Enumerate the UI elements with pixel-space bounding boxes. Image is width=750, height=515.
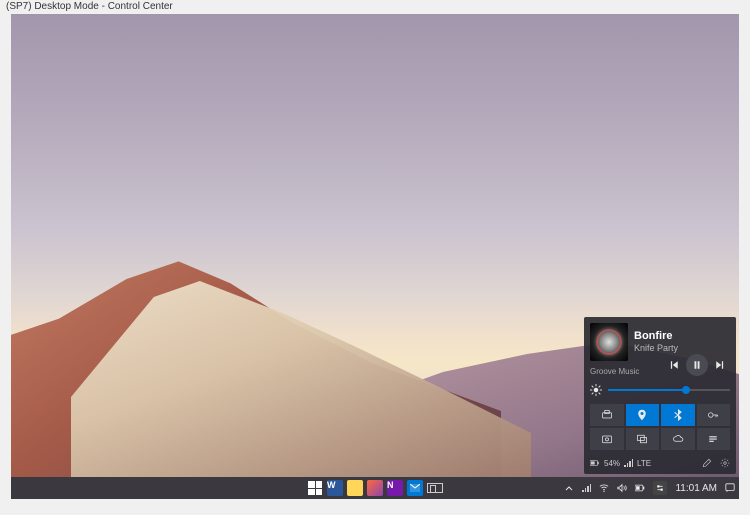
tray-volume-icon[interactable] <box>617 483 627 493</box>
pause-button[interactable] <box>686 354 708 376</box>
quick-action-screenshot[interactable] <box>590 428 624 450</box>
taskbar-app-files[interactable] <box>346 479 364 497</box>
quick-action-project[interactable] <box>626 428 660 450</box>
control-center-footer: 54% LTE <box>590 456 730 468</box>
taskbar-app-photos[interactable] <box>366 479 384 497</box>
taskbar: W N 11:01 AM <box>11 477 739 499</box>
taskbar-app-mail[interactable] <box>406 479 424 497</box>
track-title: Bonfire <box>634 330 730 343</box>
tray-signal-icon[interactable] <box>582 484 591 492</box>
taskbar-app-word[interactable]: W <box>326 479 344 497</box>
media-controls <box>664 354 730 376</box>
brightness-row <box>590 382 730 398</box>
taskbar-taskview-button[interactable] <box>426 479 444 497</box>
window-title: (SP7) Desktop Mode - Control Center <box>0 0 750 14</box>
brightness-slider-fill <box>608 389 686 391</box>
quick-action-vpn-key[interactable] <box>697 404 731 426</box>
album-art[interactable] <box>590 323 628 361</box>
media-app-name: Groove Music <box>590 367 639 376</box>
tray-control-center-button[interactable] <box>653 481 667 495</box>
taskbar-app-onenote[interactable]: N <box>386 479 404 497</box>
brightness-slider[interactable] <box>608 389 730 391</box>
brightness-icon <box>590 384 602 396</box>
brightness-slider-thumb[interactable] <box>682 386 690 394</box>
battery-percent: 54% <box>604 459 620 468</box>
start-button[interactable] <box>306 479 324 497</box>
tray-battery-icon[interactable] <box>635 483 645 493</box>
quick-action-network-share[interactable] <box>590 404 624 426</box>
next-track-button[interactable] <box>710 355 730 375</box>
tray-overflow-button[interactable] <box>564 483 574 493</box>
system-tray: 11:01 AM <box>564 481 735 495</box>
control-center-panel: Bonfire Knife Party Groove Music <box>584 317 736 474</box>
signal-icon <box>624 459 633 467</box>
quick-actions-grid <box>590 404 730 450</box>
tray-wifi-icon[interactable] <box>599 483 609 493</box>
media-info: Bonfire Knife Party <box>634 330 730 354</box>
track-artist: Knife Party <box>634 343 730 354</box>
previous-track-button[interactable] <box>664 355 684 375</box>
desktop-wallpaper: Bonfire Knife Party Groove Music <box>11 14 739 499</box>
quick-action-bluetooth[interactable] <box>661 404 695 426</box>
edit-icon[interactable] <box>702 458 712 468</box>
settings-icon[interactable] <box>720 458 730 468</box>
battery-icon <box>590 458 600 468</box>
network-type-label: LTE <box>637 459 651 468</box>
quick-action-cloud-sync[interactable] <box>661 428 695 450</box>
tray-notifications-button[interactable] <box>725 483 735 493</box>
taskbar-pinned-apps: W N <box>306 479 444 497</box>
quick-action-location[interactable] <box>626 404 660 426</box>
tray-clock[interactable]: 11:01 AM <box>675 483 717 494</box>
quick-action-action[interactable] <box>697 428 731 450</box>
